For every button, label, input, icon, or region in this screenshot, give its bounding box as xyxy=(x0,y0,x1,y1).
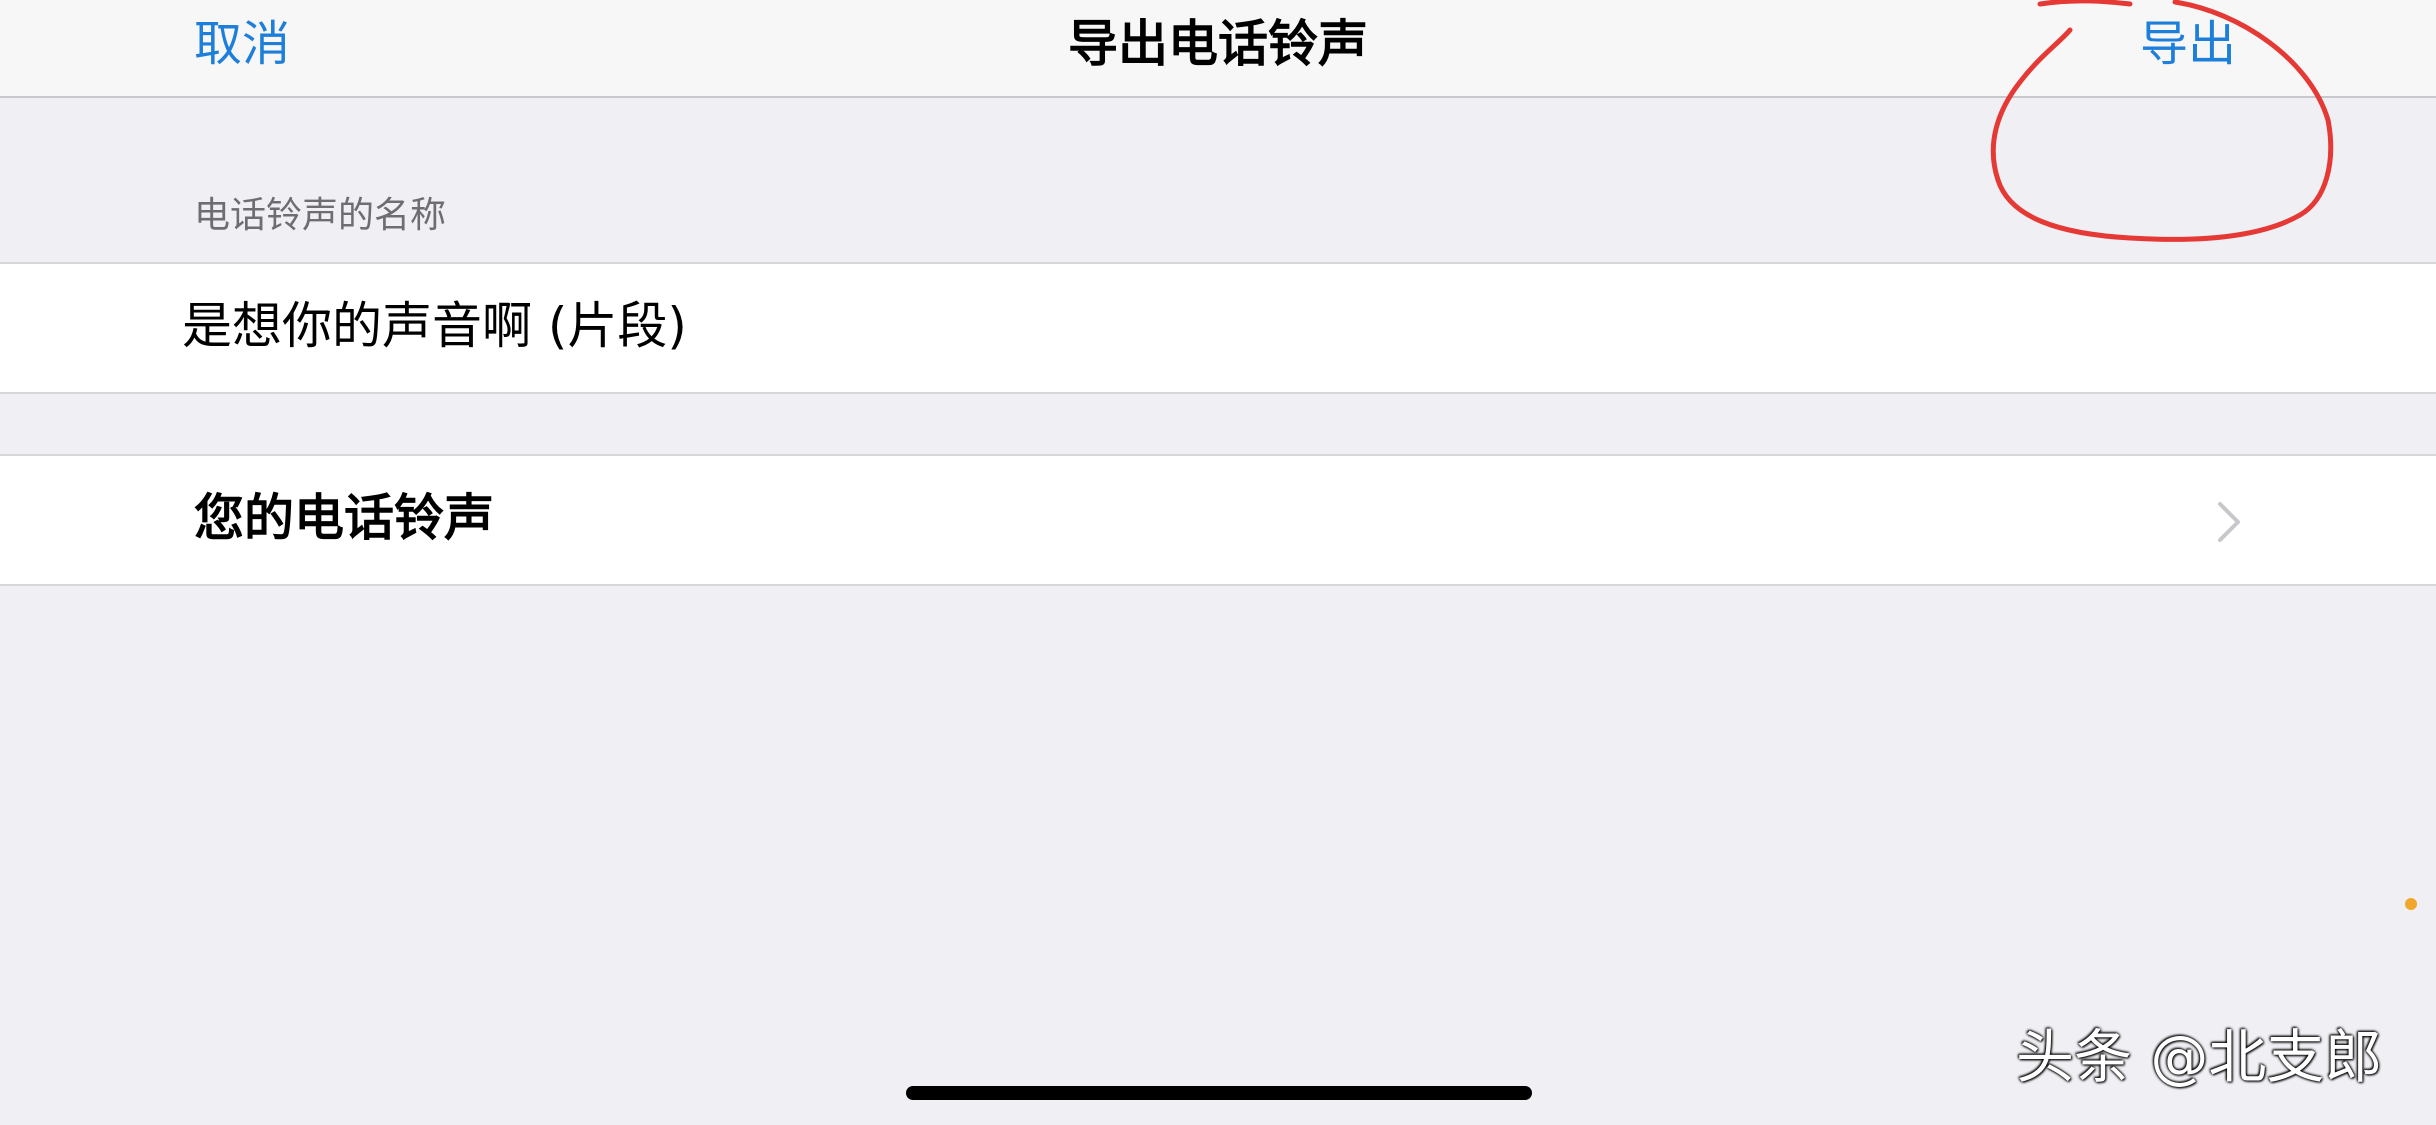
your-ringtones-label: 您的电话铃声 xyxy=(194,489,494,547)
chevron-right-icon xyxy=(2218,502,2240,542)
watermark: 头条 @北支郎 xyxy=(2016,1023,2383,1091)
navigation-bar: 导出电话铃声 取消 导出 xyxy=(0,0,2436,98)
home-indicator[interactable] xyxy=(906,1086,1532,1100)
cancel-button[interactable]: 取消 xyxy=(194,16,290,72)
page-title: 导出电话铃声 xyxy=(1068,15,1368,73)
your-ringtones-row[interactable]: 您的电话铃声 xyxy=(0,454,2436,586)
export-button[interactable]: 导出 xyxy=(2140,16,2236,72)
ringtone-name-value[interactable]: 是想你的声音啊 (片段) xyxy=(182,296,687,356)
status-dot xyxy=(2405,898,2417,910)
ringtone-name-section-header: 电话铃声的名称 xyxy=(194,195,447,236)
ringtone-name-field[interactable]: 是想你的声音啊 (片段) xyxy=(0,262,2436,394)
